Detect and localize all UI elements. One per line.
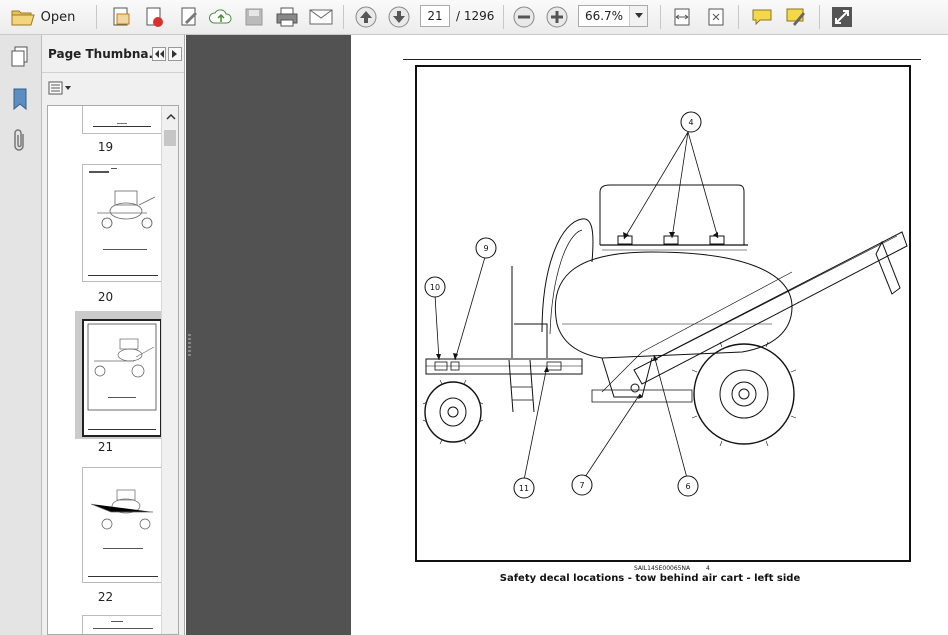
- toolbar-separator: [660, 5, 661, 29]
- zoom-value: 66.7%: [584, 9, 624, 23]
- toolbar-separator: [819, 5, 820, 29]
- air-cart-drawing: 4 9 10 11 7 6: [422, 111, 908, 499]
- main-toolbar: Open 21 / 1296 66.7%: [0, 0, 948, 35]
- thumbnail-label: 21: [97, 440, 114, 454]
- email-button[interactable]: [306, 3, 336, 31]
- zoom-out-icon: [513, 6, 535, 28]
- callout-9: 9: [483, 244, 488, 253]
- zoom-out-button[interactable]: [510, 3, 538, 31]
- page-number-input[interactable]: 21: [420, 5, 450, 27]
- save-button[interactable]: [240, 3, 268, 31]
- upload-cloud-button[interactable]: [207, 3, 235, 31]
- thumbnail-label: 22: [97, 590, 114, 604]
- email-icon: [309, 9, 333, 25]
- open-folder-icon: [11, 10, 35, 26]
- zoom-in-button[interactable]: [543, 3, 571, 31]
- figure-code-id: SAIL14SE00065NA: [634, 565, 691, 572]
- thumbnail-label: 19: [97, 140, 114, 154]
- fit-width-button[interactable]: [668, 3, 696, 31]
- page-20-preview: [88, 168, 158, 276]
- zoom-in-icon: [546, 6, 568, 28]
- toolbar-separator: [343, 5, 344, 29]
- figure-caption: Safety decal locations - tow behind air …: [499, 573, 801, 584]
- paperclip-icon: [14, 129, 24, 151]
- fit-page-button[interactable]: [702, 3, 730, 31]
- panel-splitter-handle[interactable]: [188, 334, 191, 356]
- toolbar-separator: [738, 5, 739, 29]
- double-chevron-left-icon: [154, 49, 164, 58]
- callout-7: 7: [579, 481, 584, 490]
- highlight-button[interactable]: [782, 3, 810, 31]
- bookmarks-button[interactable]: [6, 85, 34, 113]
- thumbnail-page-22[interactable]: [82, 467, 162, 583]
- page-up-icon: [355, 6, 377, 28]
- expand-panel-button[interactable]: [168, 46, 182, 61]
- panel-options-row: [42, 73, 184, 103]
- callout-10: 10: [430, 283, 440, 292]
- thumbnail-page-23[interactable]: [82, 615, 162, 634]
- navigation-rail: [0, 35, 42, 635]
- open-label: Open: [40, 9, 76, 25]
- page-thumbnails-button[interactable]: [6, 43, 34, 71]
- save-icon: [245, 8, 263, 26]
- previous-page-button[interactable]: [352, 3, 380, 31]
- thumbnail-page-21[interactable]: [82, 319, 162, 437]
- fullscreen-button[interactable]: [828, 3, 856, 31]
- page-22-preview: [88, 489, 158, 577]
- chevron-down-icon[interactable]: [629, 6, 647, 26]
- create-pdf-icon: [113, 7, 130, 26]
- callout-6: 6: [685, 482, 690, 491]
- zoom-select[interactable]: 66.7%: [578, 5, 648, 27]
- collapse-panel-button[interactable]: [152, 46, 166, 61]
- open-button[interactable]: Open: [6, 3, 80, 31]
- toolbar-separator: [503, 5, 504, 29]
- pages-icon: [11, 46, 28, 67]
- thumbnail-page-20[interactable]: [82, 164, 162, 282]
- panel-title: Page Thumbna...: [48, 46, 152, 61]
- comment-icon: [752, 9, 772, 26]
- scrollbar-thumb[interactable]: [164, 130, 176, 146]
- next-page-button[interactable]: [385, 3, 413, 31]
- edit-pdf-icon: [181, 7, 197, 26]
- edit-pdf-button[interactable]: [175, 3, 203, 31]
- create-pdf-button[interactable]: [107, 3, 135, 31]
- export-pdf-button[interactable]: [140, 3, 168, 31]
- scroll-up-icon[interactable]: [163, 110, 179, 124]
- fit-page-icon: [708, 8, 724, 26]
- document-gutter: [186, 35, 351, 635]
- toolbar-separator: [96, 5, 97, 29]
- fit-width-icon: [674, 8, 690, 26]
- figure-ref-number: 4: [705, 565, 710, 572]
- thumbnail-options-button[interactable]: [48, 81, 72, 95]
- export-pdf-icon: [146, 7, 163, 27]
- bookmark-icon: [13, 88, 27, 110]
- page-down-icon: [388, 6, 410, 28]
- thumbnail-scrollbar[interactable]: [161, 106, 178, 634]
- attachments-button[interactable]: [6, 127, 34, 155]
- highlight-icon: [786, 8, 805, 26]
- figure-code: SAIL14SE00065NA 4: [634, 565, 710, 572]
- page-21-preview: [87, 323, 157, 430]
- thumbnail-page-19[interactable]: [82, 106, 162, 134]
- thumbnail-panel: Page Thumbna... 19 20 21 22: [42, 35, 185, 635]
- callout-4: 4: [688, 118, 693, 127]
- fullscreen-icon: [832, 7, 852, 27]
- chevron-right-icon: [172, 49, 177, 58]
- thumbnail-list[interactable]: 19 20 21 22: [47, 105, 179, 635]
- figure-frame: 4 9 10 11 7 6: [415, 65, 911, 562]
- header-rule: [403, 59, 921, 60]
- comment-button[interactable]: [748, 3, 776, 31]
- thumbnail-label: 20: [97, 290, 114, 304]
- print-icon: [276, 7, 298, 27]
- print-button[interactable]: [272, 3, 302, 31]
- page-total: / 1296: [456, 9, 495, 23]
- panel-header: Page Thumbna...: [42, 35, 184, 73]
- list-options-icon: [48, 81, 71, 95]
- upload-cloud-icon: [209, 9, 232, 24]
- callout-11: 11: [519, 484, 529, 493]
